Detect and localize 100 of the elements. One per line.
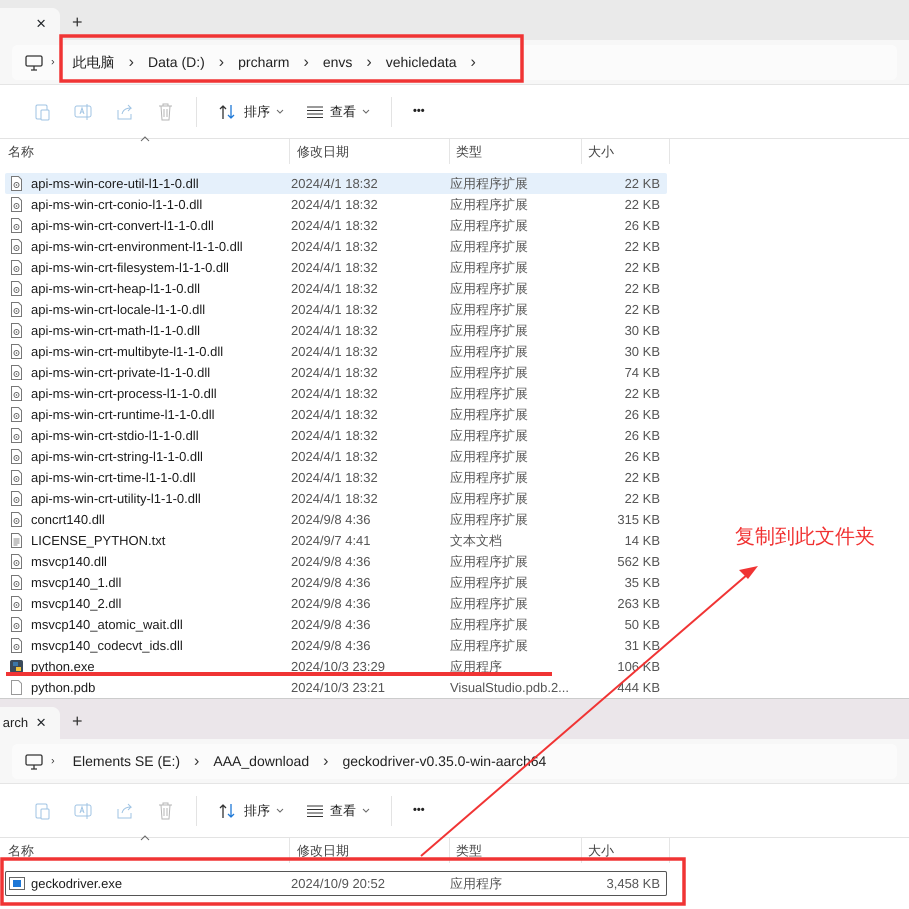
document-gear-icon [9,386,25,402]
new-tab-button[interactable]: + [60,707,83,739]
file-row[interactable]: api-ms-win-core-util-l1-1-0.dll 2024/4/1 18:32 应用程序扩展 22 KB [5,173,667,194]
list-lines-icon [306,106,324,118]
file-size: 444 KB [616,678,660,697]
file-name: msvcp140_codecvt_ids.dll [31,636,183,655]
chevron-icon: › [360,50,378,74]
computer-icon [25,754,43,770]
file-row[interactable]: api-ms-win-crt-private-l1-1-0.dll 2024/4/1 18:32 应用程序扩展 74 KB [5,362,667,383]
column-header[interactable]: 大小 [582,139,670,164]
file-type: 应用程序扩展 [450,448,529,466]
sort-button[interactable]: 排序 [207,796,295,824]
delete-icon [156,801,175,820]
file-type: 应用程序 [450,658,503,676]
column-header[interactable]: 名称 [0,139,290,164]
file-row[interactable]: api-ms-win-crt-convert-l1-1-0.dll 2024/4/1 18:32 应用程序扩展 26 KB [5,215,667,236]
address-bar[interactable]: › 此电脑 › Data (D:) › prcharm › envs › vehicledata › [12,45,897,80]
file-row[interactable]: concrt140.dll 2024/9/8 4:36 应用程序扩展 315 KB [5,509,667,530]
file-row[interactable]: api-ms-win-crt-heap-l1-1-0.dll 2024/4/1 18:32 应用程序扩展 22 KB [5,278,667,299]
view-button[interactable]: 查看 [295,98,381,126]
modified-date: 2024/4/1 18:32 [291,468,379,487]
chevron-icon: › [122,50,140,74]
column-header[interactable]: 名称 [0,838,290,863]
file-size: 31 KB [624,636,660,655]
rename-icon [74,102,93,121]
paste-icon [33,801,52,820]
document-gear-icon [9,176,25,192]
column-header[interactable]: 修改日期 [290,139,450,164]
sort-button[interactable]: 排序 [207,98,295,126]
more-button[interactable]: ••• [402,798,436,823]
file-type: 应用程序扩展 [450,636,529,655]
file-size: 50 KB [624,616,660,634]
file-size: 22 KB [624,258,660,277]
file-name: LICENSE_PYTHON.txt [31,532,166,550]
file-row[interactable]: python.pdb 2024/10/3 23:21 VisualStudio.pdb.2... 444 KB [5,677,667,698]
file-name: api-ms-win-crt-multibyte-l1-1-0.dll [31,342,224,361]
file-row[interactable]: api-ms-win-crt-process-l1-1-0.dll 2024/4/1 18:32 应用程序扩展 22 KB [5,383,667,404]
document-gear-icon [9,490,25,506]
caret-icon [276,109,284,114]
file-size: 26 KB [624,406,660,424]
file-name: concrt140.dll [31,510,105,529]
column-header[interactable]: 大小 [582,838,670,863]
document-icon [9,680,25,696]
file-row[interactable]: msvcp140_codecvt_ids.dll 2024/9/8 4:36 应用程序扩展 31 KB [5,635,667,656]
modified-date: 2024/4/1 18:32 [291,490,379,508]
file-row[interactable]: geckodriver.exe 2024/10/9 20:52 应用程序 3,458 KB [5,871,667,896]
tab[interactable]: arch × [0,707,60,739]
file-size: 22 KB [624,196,660,214]
modified-date: 2024/9/8 4:36 [291,594,372,613]
column-header[interactable]: 类型 [450,139,582,164]
modified-date: 2024/10/3 23:21 [291,678,386,697]
chevron-icon: › [317,750,334,774]
file-row[interactable]: api-ms-win-crt-runtime-l1-1-0.dll 2024/4/1 18:32 应用程序扩展 26 KB [5,404,667,425]
new-tab-button[interactable]: + [60,8,83,40]
breadcrumb-item[interactable]: AAA_download [205,751,318,772]
column-header[interactable]: 类型 [450,838,582,863]
annotation-text: 复制到此文件夹 [735,525,875,550]
file-row[interactable]: api-ms-win-crt-conio-l1-1-0.dll 2024/4/1 18:32 应用程序扩展 22 KB [5,194,667,215]
tab[interactable]: × [0,8,60,40]
file-type: 应用程序扩展 [450,406,529,424]
file-row[interactable]: api-ms-win-crt-filesystem-l1-1-0.dll 2024/4/1 18:32 应用程序扩展 22 KB [5,257,667,278]
column-header[interactable]: 修改日期 [290,838,450,863]
file-name: api-ms-win-crt-locale-l1-1-0.dll [31,300,206,319]
modified-date: 2024/4/1 18:32 [291,174,379,193]
document-gear-icon [9,470,25,486]
breadcrumb-item[interactable]: Data (D:) [140,52,213,73]
breadcrumb-item[interactable]: vehicledata [378,52,465,73]
file-row[interactable]: api-ms-win-crt-locale-l1-1-0.dll 2024/4/1 18:32 应用程序扩展 22 KB [5,299,667,320]
document-gear-icon [9,616,25,632]
file-row[interactable]: msvcp140_atomic_wait.dll 2024/9/8 4:36 应用程序扩展 50 KB [5,614,667,635]
file-type: 应用程序扩展 [450,300,529,319]
file-row[interactable]: msvcp140.dll 2024/9/8 4:36 应用程序扩展 562 KB [5,551,667,572]
document-gear-icon [9,364,25,380]
chevron-icon: › [43,753,65,770]
file-row[interactable]: api-ms-win-crt-string-l1-1-0.dll 2024/4/1 18:32 应用程序扩展 26 KB [5,446,667,467]
modified-date: 2024/4/1 18:32 [291,280,379,298]
file-row[interactable]: msvcp140_1.dll 2024/9/8 4:36 应用程序扩展 35 KB [5,572,667,593]
file-row[interactable]: api-ms-win-crt-environment-l1-1-0.dll 2024/4/1 18:32 应用程序扩展 22 KB [5,236,667,257]
close-button[interactable]: × [36,11,46,37]
document-gear-icon [9,448,25,464]
file-row[interactable]: msvcp140_2.dll 2024/9/8 4:36 应用程序扩展 263 KB [5,593,667,614]
file-size: 562 KB [616,552,660,571]
breadcrumb-item[interactable]: Elements SE (E:) [64,751,188,772]
file-size: 22 KB [624,238,660,256]
file-row[interactable]: api-ms-win-crt-time-l1-1-0.dll 2024/4/1 18:32 应用程序扩展 22 KB [5,467,667,488]
view-button[interactable]: 查看 [295,796,381,824]
file-row[interactable]: api-ms-win-crt-stdio-l1-1-0.dll 2024/4/1 18:32 应用程序扩展 26 KB [5,425,667,446]
modified-date: 2024/9/8 4:36 [291,552,372,571]
file-row[interactable]: LICENSE_PYTHON.txt 2024/9/7 4:41 文本文档 14 KB [5,530,667,551]
breadcrumb-item[interactable]: envs [314,52,360,73]
more-button[interactable]: ••• [402,99,436,124]
modified-date: 2024/4/1 18:32 [291,342,379,361]
breadcrumb-item[interactable]: 此电脑 [64,52,123,73]
modified-date: 2024/9/8 4:36 [291,636,372,655]
breadcrumb-item[interactable]: prcharm [230,52,298,73]
file-row[interactable]: api-ms-win-crt-math-l1-1-0.dll 2024/4/1 18:32 应用程序扩展 30 KB [5,320,667,341]
file-size: 22 KB [624,384,660,403]
file-row[interactable]: api-ms-win-crt-utility-l1-1-0.dll 2024/4/1 18:32 应用程序扩展 22 KB [5,488,667,509]
close-button[interactable]: × [36,710,46,736]
file-row[interactable]: api-ms-win-crt-multibyte-l1-1-0.dll 2024/4/1 18:32 应用程序扩展 30 KB [5,341,667,362]
